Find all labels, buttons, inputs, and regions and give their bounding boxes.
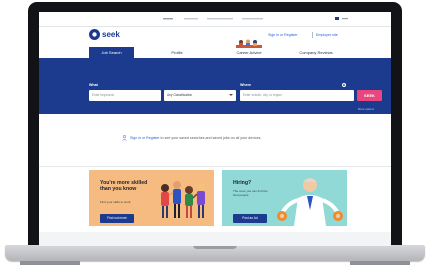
where-label: Where: [240, 83, 251, 87]
seek-logo-icon[interactable]: [89, 29, 100, 40]
page-footer-area: [39, 232, 391, 246]
section-divider: [39, 166, 391, 167]
hiring-card-title: Hiring?: [233, 180, 252, 186]
what-label: What: [89, 83, 98, 87]
tab-profile[interactable]: Profile: [157, 47, 197, 58]
where-input[interactable]: Enter suburb, city, or region: [240, 90, 354, 101]
signin-strip: [39, 114, 391, 166]
skills-card-title: You're more skilled than you know: [100, 180, 148, 192]
recruiter-illustration: [277, 178, 343, 226]
more-options-link[interactable]: More options: [358, 107, 374, 111]
hiring-card-button[interactable]: Post an Ad: [233, 214, 267, 223]
keywords-input[interactable]: Enter keywords: [89, 90, 161, 101]
seek-logo-text[interactable]: seek: [102, 29, 120, 40]
header-separator: [312, 32, 313, 38]
laptop-foot-left: [20, 261, 80, 265]
person-icon: [122, 135, 127, 141]
skills-card-subtitle: Find your skills to work.: [100, 200, 132, 204]
classification-select[interactable]: Any Classification: [164, 90, 236, 101]
info-icon[interactable]: i: [342, 83, 346, 87]
tab-company-reviews[interactable]: Company Reviews: [286, 47, 346, 58]
people-group-illustration: [161, 181, 205, 218]
signin-message-link[interactable]: Sign in or Register: [130, 136, 160, 140]
laptop-screen: seek Sign in or Register Employer site J…: [39, 12, 391, 246]
laptop-foot-right: [350, 261, 410, 265]
skills-card-button[interactable]: Find out more: [100, 214, 134, 223]
hiring-card-subtitle: The ones you can find the best people: [233, 189, 268, 197]
utility-nav-placeholder: [163, 18, 263, 20]
skills-promo-card[interactable]: You're more skilled than you know Find y…: [89, 170, 214, 226]
signin-message: Sign in or Register to see your saved se…: [130, 136, 261, 140]
hiring-promo-card[interactable]: Hiring? The ones you can find the best p…: [222, 170, 347, 226]
utility-divider: [39, 26, 391, 27]
chevron-down-icon: [229, 94, 233, 96]
seek-search-button[interactable]: SEEK: [357, 90, 382, 101]
tab-job-search[interactable]: Job Search: [89, 47, 134, 58]
signin-message-text: to see your saved searches and saved job…: [159, 136, 262, 140]
employer-site-link[interactable]: Employer site: [316, 33, 338, 37]
classification-value: Any Classification: [167, 93, 193, 97]
country-flag-icon[interactable]: [335, 16, 349, 21]
header-signin-link[interactable]: Sign in or Register: [268, 33, 298, 37]
tab-career-advice[interactable]: Career Advice: [225, 47, 273, 58]
